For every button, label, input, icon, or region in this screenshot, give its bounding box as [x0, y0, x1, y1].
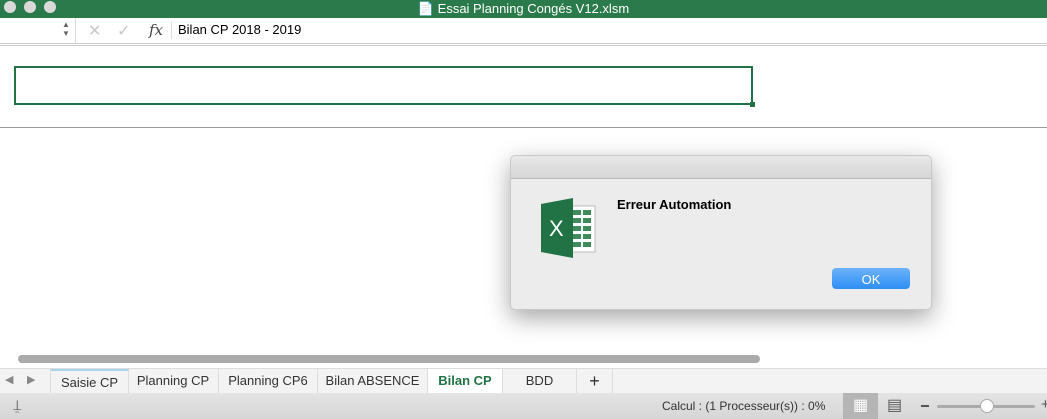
prev-sheet-icon[interactable]: ◀ [5, 373, 13, 386]
function-icon[interactable]: fx [149, 21, 163, 39]
sheet-tabs: ◀ ▶ Saisie CP Planning CP Planning CP6 B… [0, 368, 1047, 394]
fill-handle[interactable] [750, 102, 755, 107]
tab-planning-cp[interactable]: Planning CP [128, 369, 219, 393]
tab-saisie-cp[interactable]: Saisie CP [50, 369, 129, 393]
selected-cell[interactable] [14, 66, 755, 107]
excel-icon: X [541, 198, 596, 258]
tab-bdd[interactable]: BDD [503, 369, 577, 393]
zoom-in-icon[interactable]: + [1041, 396, 1047, 413]
status-bar: ⍊ Calcul : (1 Processeur(s)) : 0% ▦ ▤ + [0, 393, 1047, 419]
formula-bar: ▲ ▼ ✕ ✓ fx Bilan CP 2018 - 2019 [0, 18, 1047, 46]
dialog-message: Erreur Automation [617, 197, 732, 212]
title-bar: 📄 Essai Planning Congés V12.xlsm [0, 0, 1047, 18]
tab-bilan-cp[interactable]: Bilan CP [428, 369, 503, 393]
dialog-titlebar [511, 156, 931, 179]
horizontal-scrollbar[interactable] [18, 355, 760, 363]
window-title-text: Essai Planning Congés V12.xlsm [437, 1, 630, 16]
tab-bilan-absence[interactable]: Bilan ABSENCE [318, 369, 428, 393]
cancel-icon[interactable]: ✕ [88, 21, 101, 41]
formula-input[interactable]: Bilan CP 2018 - 2019 [178, 22, 301, 37]
confirm-icon[interactable]: ✓ [117, 21, 130, 41]
name-box-stepper[interactable]: ▲ ▼ [62, 20, 70, 38]
error-dialog: X Erreur Automation OK [510, 155, 932, 310]
zoom-out-icon[interactable] [921, 405, 929, 407]
macro-record-icon[interactable]: ⍊ [13, 397, 21, 414]
divider [0, 127, 1047, 128]
window-title: 📄 Essai Planning Congés V12.xlsm [417, 1, 630, 16]
svg-text:X: X [549, 216, 564, 241]
calc-status: Calcul : (1 Processeur(s)) : 0% [662, 399, 826, 413]
page-layout-icon[interactable]: ▤ [887, 393, 907, 419]
normal-view-icon[interactable]: ▦ [843, 393, 878, 419]
zoom-slider-thumb[interactable] [980, 399, 994, 413]
ok-button[interactable]: OK [832, 268, 910, 289]
add-sheet-button[interactable]: + [577, 369, 613, 393]
next-sheet-icon[interactable]: ▶ [27, 373, 35, 386]
tab-planning-cp6[interactable]: Planning CP6 [219, 369, 318, 393]
